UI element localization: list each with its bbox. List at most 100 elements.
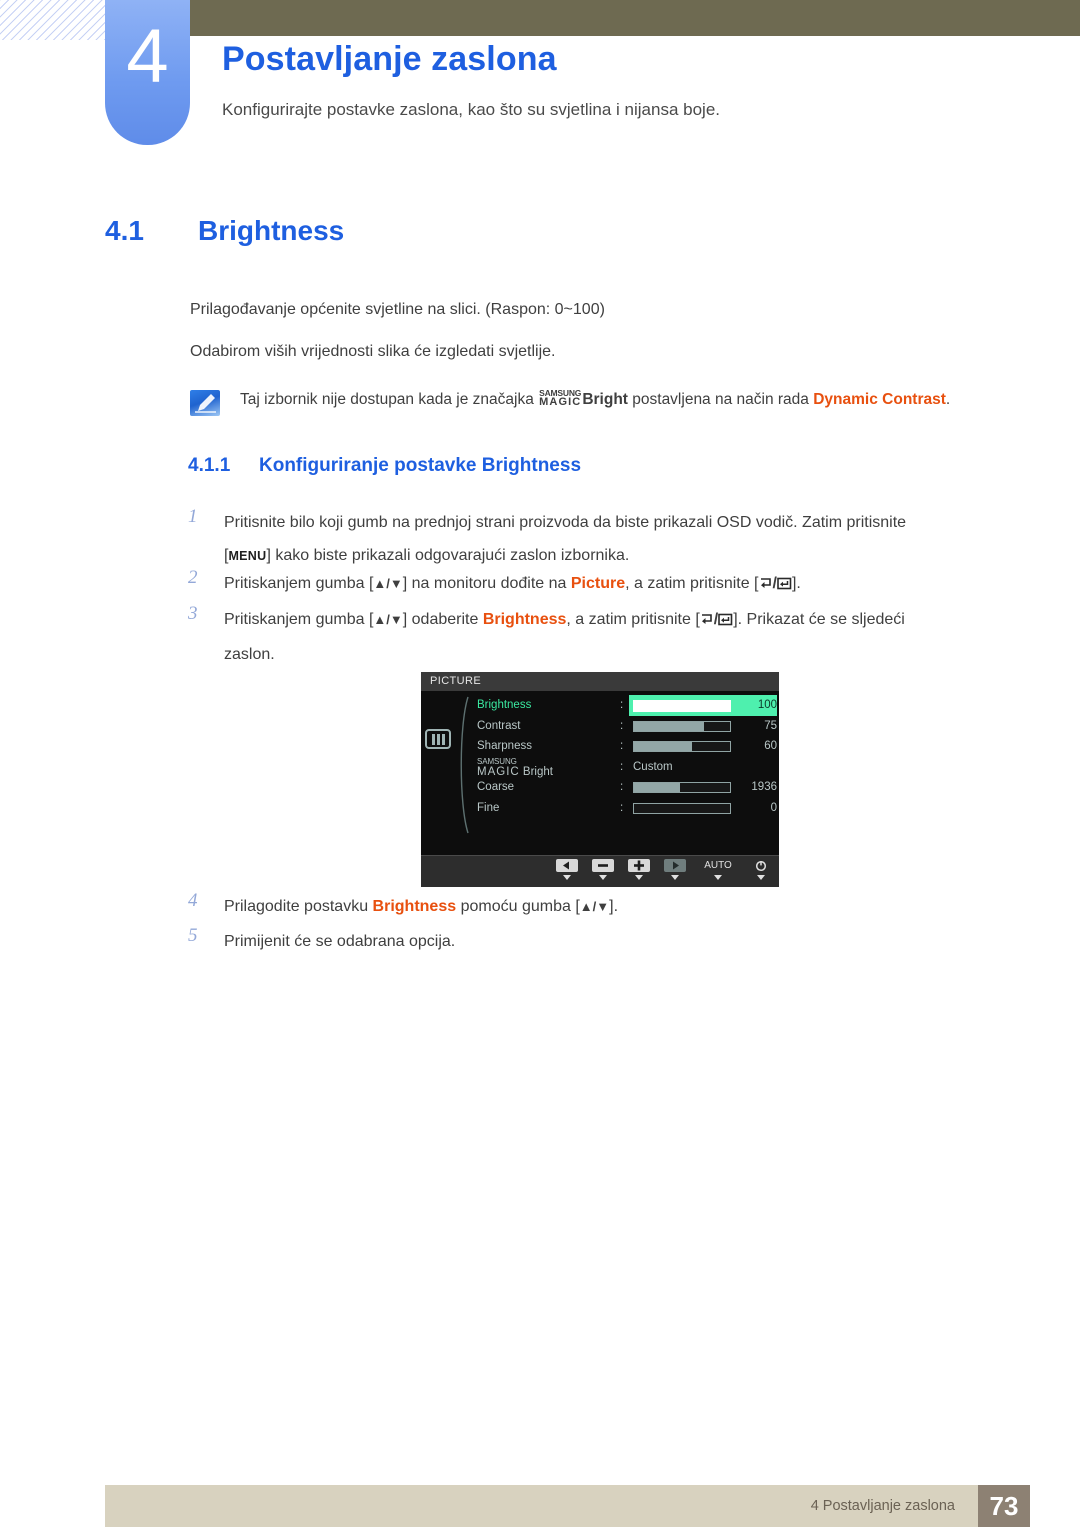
osd-row-coarse[interactable]: Coarse : 1936 [477, 777, 777, 798]
subsection-index: 4.1.1 [188, 455, 231, 476]
osd-row-sharpness-label: Sharpness [477, 740, 532, 752]
chapter-subtitle: Konfigurirajte postavke zaslona, kao što… [222, 100, 721, 119]
osd-row-fine-label: Fine [477, 801, 500, 814]
step-2-highlight: Picture [570, 575, 626, 592]
minus-button[interactable] [591, 859, 615, 880]
magic-magic-word: MAGIC [539, 396, 582, 408]
hatch-decoration [0, 0, 105, 40]
down-triangle-icon [635, 875, 643, 880]
osd-brace-decoration [460, 696, 469, 834]
osd-menu-screenshot: PICTURE Brightness : 100 Contrast : 75 S… [421, 672, 779, 887]
step-1: 1 Pritisnite bilo koji gumb na prednjoj … [188, 506, 1023, 573]
step-3-part3: , a zatim pritisnite [ [566, 611, 700, 628]
step-3-part4: ]. Prikazat će se sljedeći [733, 611, 905, 628]
step-2-part3: , a zatim pritisnite [ [625, 575, 759, 592]
right-arrow-button[interactable] [663, 859, 687, 880]
osd-row-sharpness-value: 60 [764, 740, 777, 752]
step-3-highlight: Brightness [482, 611, 567, 628]
chapter-badge: 4 [105, 0, 190, 145]
power-button[interactable] [749, 859, 773, 880]
section-title: Brightness [198, 215, 345, 246]
osd-magic-magic: MAGIC [477, 765, 520, 778]
section-paragraph-1: Prilagođavanje općenite svjetline na sli… [190, 301, 605, 318]
step-4-part1: Prilagodite postavku [224, 898, 369, 915]
subsection-title: Konfiguriranje postavke Brightness [259, 455, 582, 476]
osd-rows: Brightness : 100 Contrast : 75 Sharpness… [477, 695, 777, 818]
osd-magic-bright: Bright [522, 765, 553, 778]
return-icon [700, 605, 714, 638]
step-3-body: Pritiskanjem gumba [▲/▼] odaberite Brigh… [224, 603, 1023, 671]
osd-row-magicbright[interactable]: SAMSUNG MAGIC Bright : Custom [477, 757, 777, 778]
osd-row-sharpness-slider[interactable] [633, 741, 731, 752]
auto-button[interactable]: AUTO [699, 859, 737, 880]
chapter-title: Postavljanje zaslona [222, 40, 557, 78]
down-triangle-icon [714, 875, 722, 880]
osd-row-contrast-slider[interactable] [633, 720, 731, 732]
page-number: 73 [978, 1485, 1030, 1527]
step-3-number: 3 [188, 603, 198, 624]
down-triangle-icon [599, 875, 607, 880]
step-2-part1: Pritiskanjem gumba [ [224, 575, 374, 592]
footer-text: 4 Postavljanje zaslona [810, 1498, 955, 1514]
down-triangle-icon [757, 875, 765, 880]
note-text-middle: postavljena na način rada [632, 391, 809, 408]
enter-icon [718, 605, 733, 638]
osd-row-brightness-value: 100 [757, 699, 777, 711]
step-4: 4 Prilagodite postavku Brightness pomoću… [188, 890, 1023, 923]
auto-button-label: AUTO [704, 860, 732, 871]
page-footer: 4 Postavljanje zaslona 73 [0, 1463, 1080, 1527]
osd-row-brightness[interactable]: Brightness : 100 [477, 695, 777, 716]
header-olive-bar [190, 0, 1080, 36]
osd-row-contrast-value: 75 [764, 719, 777, 732]
section-heading: 4.1 Brightness [105, 215, 344, 247]
osd-row-brightness-label: Brightness [477, 699, 532, 711]
footer-bar: 4 Postavljanje zaslona 73 [105, 1485, 1030, 1527]
osd-row-magicbright-value: Custom [633, 760, 673, 773]
step-5: 5 Primijenit će se odabrana opcija. [188, 925, 1023, 958]
osd-colon: : [620, 740, 624, 752]
osd-row-fine[interactable]: Fine : 0 [477, 798, 777, 819]
osd-title: PICTURE [421, 672, 779, 691]
updown-arrow-icon: ▲/▼ [579, 899, 610, 914]
step-4-body: Prilagodite postavku Brightness pomoću g… [224, 890, 1023, 923]
step-4-part3: ]. [609, 898, 619, 915]
enter-icon [777, 569, 792, 602]
menu-key-label: MENU [228, 549, 267, 563]
osd-row-fine-slider[interactable] [633, 802, 731, 814]
left-arrow-button[interactable] [555, 859, 579, 880]
note-highlight: Dynamic Contrast [813, 391, 946, 408]
osd-button-bar: AUTO [421, 855, 779, 887]
osd-row-contrast[interactable]: Contrast : 75 [477, 716, 777, 737]
osd-row-brightness-slider[interactable] [633, 699, 731, 712]
step-4-number: 4 [188, 890, 198, 911]
osd-row-coarse-slider[interactable] [633, 782, 731, 793]
page-header: 4 Postavljanje zaslona Konfigurirajte po… [0, 0, 1080, 160]
step-1-line2: kako biste prikazali odgovarajući zaslon… [275, 547, 630, 564]
step-2-part2: ] na monitoru dođite na [402, 575, 567, 592]
plus-button[interactable] [627, 859, 651, 880]
osd-row-coarse-label: Coarse [477, 781, 515, 793]
step-3-line2: zaslon. [224, 646, 275, 663]
step-2-part4: ]. [791, 575, 801, 592]
subsection-heading: 4.1.1 Konfiguriranje postavke Brightness [188, 455, 581, 477]
osd-body: Brightness : 100 Contrast : 75 Sharpness… [421, 691, 779, 862]
step-4-part2: pomoću gumba [ [460, 898, 580, 915]
minus-icon [592, 859, 614, 872]
step-4-highlight: Brightness [372, 898, 457, 915]
chapter-number: 4 [126, 14, 169, 99]
osd-row-magicbright-label: SAMSUNG MAGIC Bright [477, 757, 553, 778]
osd-row-coarse-value: 1936 [751, 781, 777, 793]
samsung-magic-logo: SAMSUNG MAGIC [539, 389, 582, 408]
osd-colon: : [620, 719, 624, 732]
picture-bars-icon [425, 729, 451, 749]
step-2: 2 Pritiskanjem gumba [▲/▼] na monitoru d… [188, 567, 1023, 602]
note-text-before: Taj izbornik nije dostupan kada je znača… [240, 391, 534, 408]
note-text-after: . [945, 391, 951, 408]
step-3: 3 Pritiskanjem gumba [▲/▼] odaberite Bri… [188, 603, 1023, 671]
down-triangle-icon [563, 875, 571, 880]
step-1-line1: Pritisnite bilo koji gumb na prednjoj st… [224, 514, 907, 531]
osd-row-sharpness[interactable]: Sharpness : 60 [477, 736, 777, 757]
step-1-body: Pritisnite bilo koji gumb na prednjoj st… [224, 514, 907, 564]
down-triangle-icon [671, 875, 679, 880]
arrow-right-icon [664, 859, 686, 872]
